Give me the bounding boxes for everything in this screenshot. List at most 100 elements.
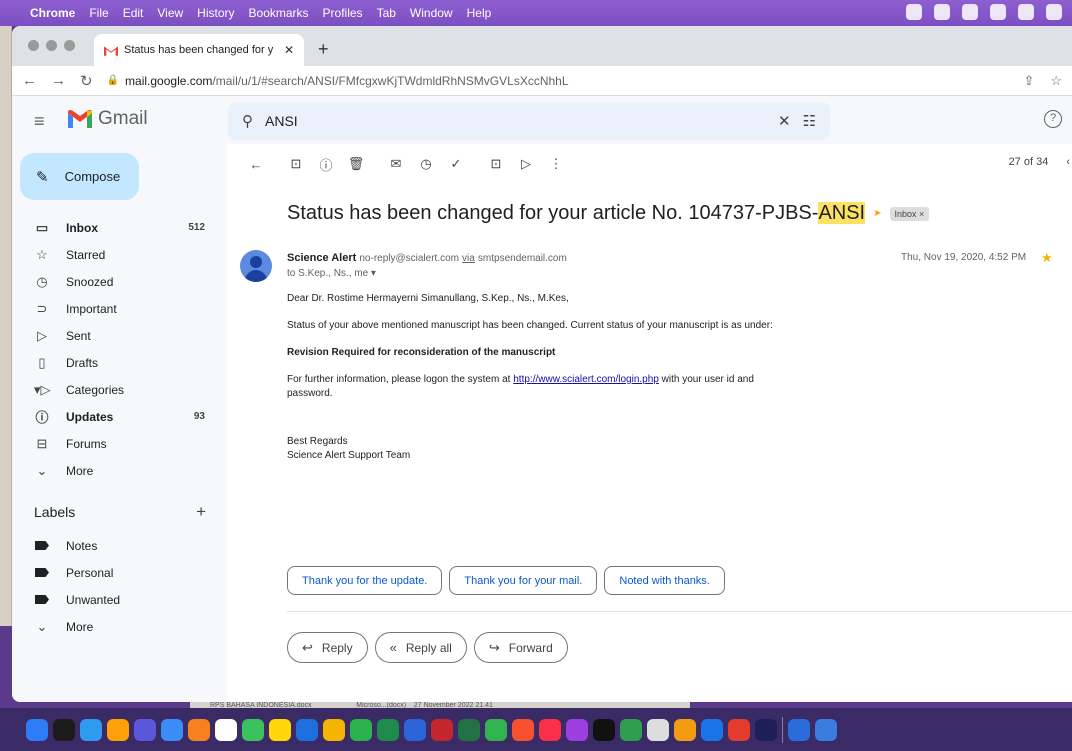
bookmark-star-icon[interactable]: ☆ (1050, 73, 1062, 89)
dock-app-icon[interactable] (161, 718, 183, 741)
share-icon[interactable]: ⇪ (1023, 73, 1034, 89)
back-to-search-icon[interactable]: ← (241, 157, 271, 172)
labels-more[interactable]: ⌄ More (12, 613, 227, 640)
sender-avatar[interactable] (240, 250, 272, 282)
zoom-window-button[interactable] (64, 40, 75, 51)
star-icon[interactable]: ★ (1041, 250, 1053, 266)
dock-app-icon[interactable] (485, 718, 507, 741)
delete-icon[interactable]: 🗑 (341, 156, 371, 172)
dock-app-icon[interactable] (215, 718, 237, 741)
lock-icon[interactable]: 🔒 (107, 75, 119, 86)
sidebar-item-inbox[interactable]: ▭ Inbox 512 (12, 214, 227, 241)
minimize-window-button[interactable] (46, 40, 57, 51)
menu-edit[interactable]: Edit (123, 6, 144, 20)
dock-app-icon[interactable] (377, 718, 399, 741)
menu-help[interactable]: Help (467, 6, 492, 20)
back-icon[interactable]: ← (22, 72, 37, 89)
dock-app-icon[interactable] (431, 718, 453, 741)
spotlight-icon[interactable] (1018, 4, 1034, 20)
sidebar-item-updates[interactable]: ⓘ Updates 93 (12, 403, 227, 430)
add-task-icon[interactable]: ✓ (441, 156, 471, 172)
display-icon[interactable] (934, 4, 950, 20)
prev-message-icon[interactable]: ‹ (1066, 156, 1070, 168)
smart-reply-1[interactable]: Thank you for the update. (287, 566, 443, 595)
battery-icon[interactable] (962, 4, 978, 20)
dock-app-icon[interactable] (296, 718, 318, 741)
control-center-icon[interactable] (1046, 4, 1062, 20)
sidebar-item-forums[interactable]: ⊟ Forums (12, 430, 227, 457)
status-icon[interactable] (906, 4, 922, 20)
dock-app-icon[interactable] (242, 718, 264, 741)
labels-icon[interactable]: ▷ (511, 156, 541, 172)
sidebar-item-snoozed[interactable]: ◷ Snoozed (12, 268, 227, 295)
dock-app-icon[interactable] (458, 718, 480, 741)
dock-app-icon[interactable] (674, 718, 696, 741)
sidebar-item-categories[interactable]: ▾▷ Categories (12, 376, 227, 403)
dock-app-icon[interactable] (755, 718, 777, 741)
sidebar-item-drafts[interactable]: ▯ Drafts (12, 349, 227, 376)
via-link[interactable]: via (462, 253, 475, 264)
menu-app-chrome[interactable]: Chrome (30, 6, 75, 20)
dock-app-icon[interactable] (404, 718, 426, 741)
more-options-icon[interactable]: ⋮ (541, 156, 571, 172)
dock-app-icon[interactable] (566, 718, 588, 741)
snooze-icon[interactable]: ◷ (411, 156, 441, 172)
search-options-icon[interactable]: ☷ (803, 112, 816, 130)
inbox-label-badge[interactable]: Inbox × (889, 206, 930, 221)
dock-app-icon[interactable] (107, 718, 129, 741)
dock-app-icon[interactable] (647, 718, 669, 741)
dock-app-icon[interactable] (620, 718, 642, 741)
sidebar-item-sent[interactable]: ▷ Sent (12, 322, 227, 349)
close-tab-icon[interactable]: ✕ (284, 43, 294, 57)
menu-profiles[interactable]: Profiles (323, 6, 363, 20)
dock-app-icon[interactable] (539, 718, 561, 741)
create-label-icon[interactable]: + (196, 502, 206, 522)
smart-reply-3[interactable]: Noted with thanks. (604, 566, 725, 595)
dock-app-icon[interactable] (323, 718, 345, 741)
menu-file[interactable]: File (89, 6, 108, 20)
close-window-button[interactable] (28, 40, 39, 51)
archive-icon[interactable]: ⊡ (281, 156, 311, 172)
dock-app-icon[interactable] (26, 718, 48, 741)
mark-unread-icon[interactable]: ✉ (381, 156, 411, 172)
forward-icon[interactable]: → (51, 72, 66, 89)
reply-all-button[interactable]: « Reply all (374, 632, 467, 663)
label-item-notes[interactable]: Notes (12, 532, 227, 559)
search-bar[interactable]: ⚲ ANSI ✕ ☷ (228, 102, 830, 140)
search-icon[interactable]: ⚲ (242, 112, 253, 130)
dock-app-icon[interactable] (80, 718, 102, 741)
reload-icon[interactable]: ↻ (80, 72, 93, 90)
sidebar-item-starred[interactable]: ☆ Starred (12, 241, 227, 268)
dock-app-icon[interactable] (788, 718, 810, 741)
label-item-personal[interactable]: Personal (12, 559, 227, 586)
dock-app-icon[interactable] (728, 718, 750, 741)
recipients-toggle[interactable]: to S.Kep., Ns., me ▾ (287, 268, 376, 279)
forward-button[interactable]: ↪ Forward (473, 632, 568, 663)
dock-app-icon[interactable] (512, 718, 534, 741)
browser-tab-active[interactable]: Status has been changed for y ✕ (94, 34, 304, 66)
gmail-logo[interactable]: Gmail (68, 108, 148, 130)
important-marker-icon[interactable]: ➤ (873, 208, 881, 219)
search-input[interactable]: ANSI (265, 113, 766, 129)
menu-tab[interactable]: Tab (377, 6, 396, 20)
main-menu-icon[interactable]: ≡ (34, 111, 45, 132)
dock-app-icon[interactable] (53, 718, 75, 741)
label-item-unwanted[interactable]: Unwanted (12, 586, 227, 613)
login-link[interactable]: http://www.scialert.com/login.php (513, 374, 659, 385)
dock-app-icon[interactable] (701, 718, 723, 741)
dock-app-icon[interactable] (269, 718, 291, 741)
compose-button[interactable]: ✎ Compose (20, 153, 139, 200)
menu-bookmarks[interactable]: Bookmarks (249, 6, 309, 20)
url-field[interactable]: 🔒 mail.google.com/mail/u/1/#search/ANSI/… (107, 74, 1010, 88)
help-icon[interactable]: ? (1044, 110, 1062, 128)
dock-app-icon[interactable] (593, 718, 615, 741)
dock-app-icon[interactable] (815, 718, 837, 741)
new-tab-button[interactable]: + (318, 39, 329, 60)
dock-app-icon[interactable] (188, 718, 210, 741)
menu-window[interactable]: Window (410, 6, 453, 20)
menu-history[interactable]: History (197, 6, 234, 20)
smart-reply-2[interactable]: Thank you for your mail. (449, 566, 598, 595)
clear-search-icon[interactable]: ✕ (778, 112, 791, 130)
menu-view[interactable]: View (157, 6, 183, 20)
sidebar-item-more[interactable]: ⌄ More (12, 457, 227, 484)
